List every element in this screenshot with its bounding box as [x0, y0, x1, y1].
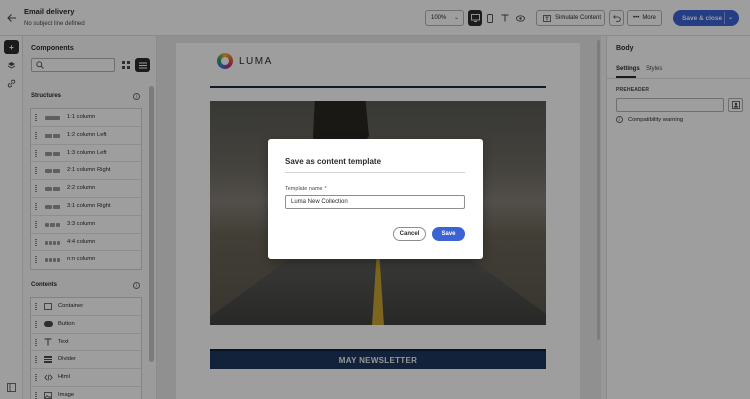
template-name-input[interactable]: Luma New Collection	[285, 195, 465, 209]
template-name-text: Template name	[285, 186, 323, 192]
dialog-divider	[285, 172, 465, 173]
save-button[interactable]: Save	[432, 227, 465, 241]
dialog-title: Save as content template	[285, 157, 382, 166]
save-template-dialog: Save as content template Template name * …	[268, 139, 483, 259]
cancel-button[interactable]: Cancel	[393, 227, 426, 241]
required-mark: *	[324, 186, 327, 192]
template-name-label: Template name *	[285, 186, 327, 192]
